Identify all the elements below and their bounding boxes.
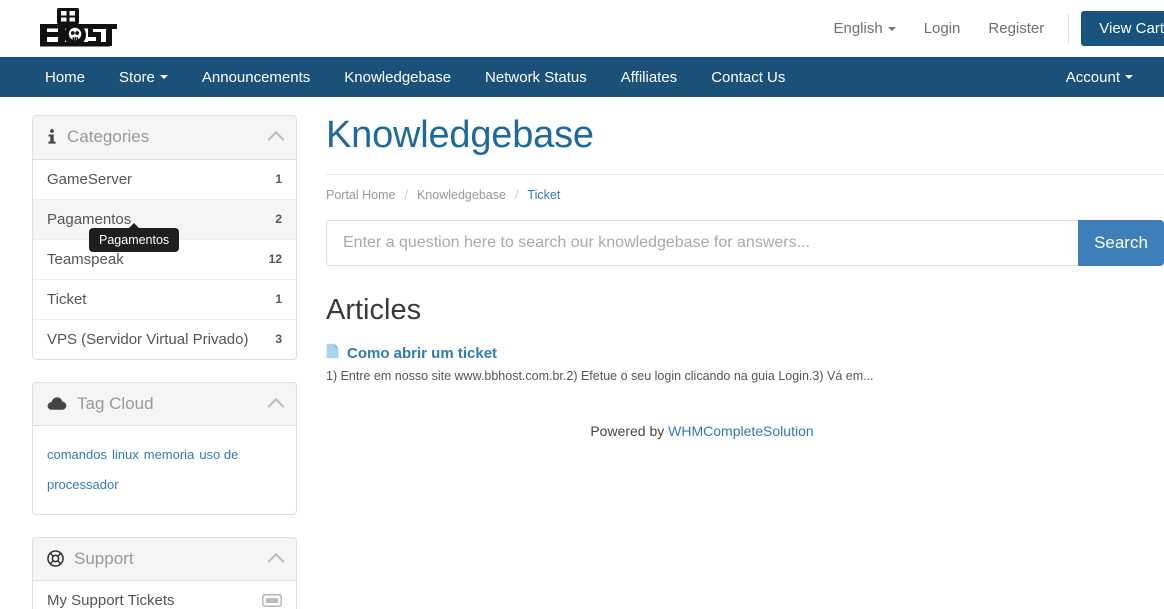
category-label: VPS (Servidor Virtual Privado) bbox=[47, 330, 249, 348]
tag-link[interactable]: comandos bbox=[47, 447, 107, 462]
panel-support: Support My Support Tickets bbox=[32, 536, 297, 609]
nav-item-network-status[interactable]: Network Status bbox=[468, 57, 604, 97]
nav-label: Announcements bbox=[201, 68, 311, 86]
list-item[interactable]: VPS (Servidor Virtual Privado) 3 bbox=[33, 320, 296, 359]
list-item[interactable]: Pagamentos 2 Pagamentos bbox=[33, 199, 296, 252]
category-label: Pagamentos bbox=[47, 210, 132, 228]
main-content: Knowledgebase Portal Home / Knowledgebas… bbox=[326, 114, 1164, 609]
panel-tag-cloud: Tag Cloud comandos linux memoria uso de pro… bbox=[32, 381, 297, 515]
chevron-down-icon bbox=[1125, 75, 1133, 79]
footer-prefix: Powered by bbox=[590, 423, 669, 440]
support-item-label: My Support Tickets bbox=[47, 592, 175, 609]
nav-item-knowledgebase[interactable]: Knowledgebase bbox=[327, 57, 468, 97]
article-link-row: Como abrir um ticket bbox=[326, 343, 1164, 364]
categories-panel-title: Categories bbox=[67, 127, 150, 146]
ticket-icon bbox=[262, 594, 282, 608]
knowledgebase-search-form: Search bbox=[326, 219, 1164, 266]
tag-link[interactable]: memoria bbox=[144, 447, 195, 462]
category-label: Teamspeak bbox=[47, 250, 124, 268]
category-count: 1 bbox=[275, 172, 282, 187]
nav-label: Account bbox=[1065, 68, 1120, 86]
categories-list: GameServer 1 Pagamentos 2 Pagamentos Tea… bbox=[33, 160, 296, 359]
chevron-up-icon[interactable] bbox=[267, 397, 285, 415]
articles-heading: Articles bbox=[326, 293, 422, 326]
cloud-icon bbox=[47, 397, 67, 411]
list-item[interactable]: Ticket 1 bbox=[33, 280, 296, 320]
language-selector[interactable]: English bbox=[819, 21, 909, 36]
breadcrumb: Portal Home / Knowledgebase / Ticket bbox=[326, 173, 1164, 202]
nav-account-area: Account bbox=[1049, 57, 1150, 97]
whmcs-link[interactable]: WHMCompleteSolution bbox=[668, 423, 814, 439]
nav-label: Network Status bbox=[485, 68, 587, 86]
nav-item-store[interactable]: Store bbox=[102, 57, 185, 97]
login-link[interactable]: Login bbox=[910, 21, 975, 36]
file-icon bbox=[326, 343, 339, 364]
nav-items: Home Store Announcements Knowledgebase N… bbox=[28, 57, 802, 97]
category-count: 2 bbox=[275, 212, 282, 227]
list-item[interactable]: Teamspeak 12 bbox=[33, 240, 296, 280]
site-logo[interactable] bbox=[32, 7, 118, 51]
breadcrumb-separator: / bbox=[514, 187, 519, 202]
list-item[interactable]: My Support Tickets bbox=[33, 581, 296, 609]
search-input[interactable] bbox=[326, 219, 1078, 266]
view-cart-button[interactable]: View Cart bbox=[1081, 11, 1164, 46]
list-item[interactable]: GameServer 1 bbox=[33, 160, 296, 200]
category-count: 3 bbox=[275, 332, 282, 347]
header-divider bbox=[1068, 13, 1070, 44]
site-header: English Login Register View Cart bbox=[0, 0, 1164, 57]
header-utility-nav: English Login Register View Cart bbox=[819, 0, 1164, 57]
article-excerpt: 1) Entre em nosso site www.bbhost.com.br… bbox=[326, 368, 874, 383]
register-link[interactable]: Register bbox=[974, 21, 1058, 36]
article-title-link[interactable]: Como abrir um ticket bbox=[347, 345, 497, 362]
page-title: Knowledgebase bbox=[326, 114, 594, 156]
breadcrumb-item-ticket[interactable]: Ticket bbox=[527, 188, 560, 202]
category-label: GameServer bbox=[47, 170, 133, 188]
lifering-icon bbox=[47, 550, 64, 568]
nav-label: Contact Us bbox=[711, 68, 786, 86]
page-body: Categories GameServer 1 Pagamentos 2 Pag… bbox=[0, 97, 1164, 609]
category-count: 12 bbox=[268, 252, 282, 267]
info-icon bbox=[47, 129, 57, 145]
search-button[interactable]: Search bbox=[1078, 219, 1164, 266]
nav-label: Knowledgebase bbox=[344, 68, 452, 86]
nav-label: Store bbox=[119, 68, 155, 86]
breadcrumb-item-knowledgebase[interactable]: Knowledgebase bbox=[417, 188, 506, 202]
nav-item-contact-us[interactable]: Contact Us bbox=[694, 57, 802, 97]
chevron-up-icon[interactable] bbox=[267, 552, 285, 570]
categories-panel-header[interactable]: Categories bbox=[33, 116, 296, 160]
main-navigation: Home Store Announcements Knowledgebase N… bbox=[0, 57, 1164, 97]
sidebar: Categories GameServer 1 Pagamentos 2 Pag… bbox=[32, 115, 297, 609]
breadcrumb-separator: / bbox=[404, 187, 408, 202]
category-label: Ticket bbox=[47, 290, 87, 308]
breadcrumb-item-portal-home[interactable]: Portal Home bbox=[326, 188, 395, 202]
nav-item-affiliates[interactable]: Affiliates bbox=[604, 57, 694, 97]
support-list: My Support Tickets bbox=[33, 581, 296, 609]
article-item: Como abrir um ticket 1) Entre em nosso s… bbox=[326, 343, 1164, 386]
footer: Powered by WHMCompleteSolution bbox=[326, 423, 1164, 439]
nav-item-announcements[interactable]: Announcements bbox=[185, 57, 327, 97]
tag-link[interactable]: linux bbox=[112, 447, 139, 462]
bbhost-logo-icon bbox=[40, 7, 117, 46]
nav-item-home[interactable]: Home bbox=[28, 57, 102, 97]
category-count: 1 bbox=[275, 292, 282, 307]
tag-cloud-panel-title: Tag Cloud bbox=[77, 393, 154, 413]
nav-label: Home bbox=[45, 68, 86, 86]
panel-categories: Categories GameServer 1 Pagamentos 2 Pag… bbox=[32, 115, 297, 360]
tag-cloud-body: comandos linux memoria uso de processador bbox=[33, 426, 296, 513]
chevron-up-icon[interactable] bbox=[267, 131, 285, 149]
chevron-down-icon bbox=[887, 27, 896, 32]
tag-cloud-panel-header[interactable]: Tag Cloud bbox=[33, 382, 296, 427]
language-label: English bbox=[833, 20, 883, 37]
support-panel-header[interactable]: Support bbox=[33, 537, 296, 582]
nav-item-account[interactable]: Account bbox=[1049, 57, 1150, 97]
nav-label: Affiliates bbox=[620, 68, 678, 86]
support-panel-title: Support bbox=[74, 548, 134, 568]
chevron-down-icon bbox=[159, 75, 168, 79]
